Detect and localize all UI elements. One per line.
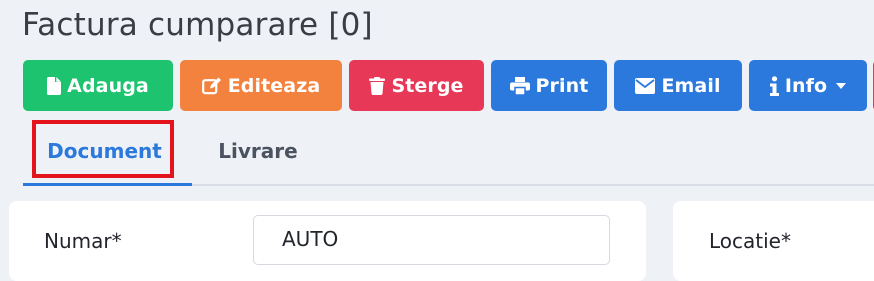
chevron-down-icon: [836, 82, 847, 89]
print-button-label: Print: [535, 74, 589, 97]
tab-document[interactable]: Document: [34, 131, 175, 171]
email-button-label: Email: [661, 74, 721, 97]
tab-document-label: Document: [47, 139, 162, 163]
file-icon: [47, 76, 62, 95]
tab-livrare-label: Livrare: [218, 139, 298, 163]
edit-icon: [201, 77, 222, 95]
numar-field[interactable]: AUTO: [253, 215, 610, 265]
delete-button[interactable]: Sterge: [349, 60, 484, 111]
add-button[interactable]: Adauga: [23, 60, 173, 111]
edit-button[interactable]: Editeaza: [180, 60, 342, 111]
tab-livrare[interactable]: Livrare: [200, 131, 316, 171]
edit-button-label: Editeaza: [227, 74, 321, 97]
locatie-label: Locatie*: [709, 229, 791, 253]
email-button[interactable]: Email: [614, 60, 742, 111]
info-button-label: Info: [784, 74, 828, 97]
delete-button-label: Sterge: [391, 74, 464, 97]
info-icon: [769, 75, 779, 96]
page-title: Factura cumparare [0]: [22, 7, 373, 43]
info-dropdown-button[interactable]: Info: [749, 60, 867, 111]
printer-icon: [509, 76, 530, 95]
add-button-label: Adauga: [67, 74, 149, 97]
active-tab-indicator: [23, 183, 192, 186]
print-button[interactable]: Print: [491, 60, 607, 111]
trash-icon: [369, 76, 386, 95]
numar-label: Numar*: [44, 229, 122, 253]
envelope-icon: [635, 77, 656, 94]
